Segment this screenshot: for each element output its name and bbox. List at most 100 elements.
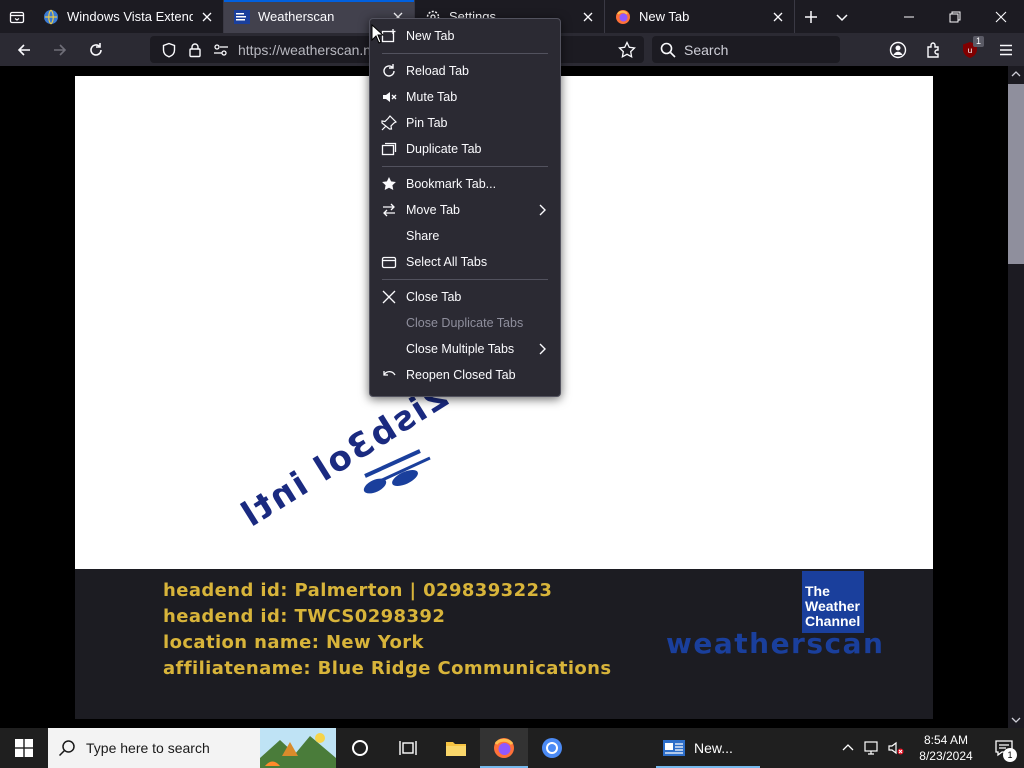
scroll-down-icon[interactable] bbox=[1008, 712, 1024, 728]
menu-item-bookmark-tab[interactable]: Bookmark Tab... bbox=[370, 171, 560, 197]
firefox-taskbar-button[interactable] bbox=[480, 728, 528, 768]
back-button[interactable] bbox=[6, 33, 42, 66]
menu-item-label: Close Multiple Tabs bbox=[406, 342, 515, 356]
file-explorer-button[interactable] bbox=[432, 728, 480, 768]
action-center-button[interactable]: 1 bbox=[984, 728, 1024, 768]
close-tab-icon[interactable] bbox=[770, 9, 786, 25]
menu-separator bbox=[382, 166, 548, 167]
tab-new-tab[interactable]: New Tab bbox=[605, 0, 795, 33]
search-placeholder: Search bbox=[684, 41, 729, 58]
start-button[interactable] bbox=[0, 728, 48, 768]
menu-item-label: Pin Tab bbox=[406, 116, 448, 130]
cortana-circle-icon bbox=[352, 740, 368, 756]
menu-item-reload-tab[interactable]: Reload Tab bbox=[370, 58, 560, 84]
info-line-headend-id: headend id: TWCS0298392 bbox=[163, 606, 446, 627]
forward-button[interactable] bbox=[42, 33, 78, 66]
search-highlight-illustration-icon bbox=[260, 728, 336, 768]
menu-item-label: Reload Tab bbox=[406, 64, 470, 78]
menu-item-close-multiple-tabs[interactable]: Close Multiple Tabs bbox=[370, 336, 560, 362]
tray-expand-icon[interactable] bbox=[836, 728, 860, 768]
firefox-icon bbox=[494, 738, 514, 758]
close-tab-icon[interactable] bbox=[199, 9, 215, 25]
menu-item-duplicate-tab[interactable]: Duplicate Tab bbox=[370, 136, 560, 162]
logo-line: The bbox=[805, 583, 830, 599]
menu-item-pin-tab[interactable]: Pin Tab bbox=[370, 110, 560, 136]
taskbar-search-box[interactable]: Type here to search bbox=[48, 728, 336, 768]
minimize-button[interactable] bbox=[886, 0, 932, 33]
svg-text:u: u bbox=[968, 46, 972, 55]
taskbar-app-news[interactable]: New... bbox=[656, 728, 760, 768]
app-menu-button[interactable] bbox=[988, 33, 1024, 66]
notification-count-badge: 1 bbox=[1003, 748, 1017, 762]
toolbar-right: u 1 bbox=[880, 33, 1024, 66]
bookmark-star-icon[interactable] bbox=[618, 40, 636, 62]
cortana-button[interactable] bbox=[336, 728, 384, 768]
list-all-tabs-button[interactable] bbox=[826, 0, 857, 33]
network-icon[interactable] bbox=[860, 728, 884, 768]
chevron-down-icon bbox=[835, 13, 848, 21]
menu-item-share[interactable]: Share bbox=[370, 223, 560, 249]
info-line-affiliate: affiliatename: Blue Ridge Communications bbox=[163, 658, 612, 679]
chrome-taskbar-button[interactable] bbox=[528, 728, 576, 768]
chrome-icon bbox=[542, 738, 562, 758]
ublock-extension-button[interactable]: u 1 bbox=[952, 33, 988, 66]
mouse-cursor-icon bbox=[371, 24, 385, 44]
menu-item-move-tab[interactable]: Move Tab bbox=[370, 197, 560, 223]
menu-item-mute-tab[interactable]: Mute Tab bbox=[370, 84, 560, 110]
undo-icon bbox=[381, 367, 397, 383]
search-bar[interactable]: Search bbox=[652, 36, 840, 63]
lock-icon[interactable] bbox=[182, 37, 208, 63]
globe-icon bbox=[43, 9, 59, 25]
tab-windows-vista-extended[interactable]: Windows Vista Extended bbox=[33, 0, 224, 33]
close-window-button[interactable] bbox=[978, 0, 1024, 33]
system-clock[interactable]: 8:54 AM 8/23/2024 bbox=[908, 732, 984, 764]
volume-muted-icon[interactable] bbox=[884, 728, 908, 768]
weatherscan-wordmark: weatherscan bbox=[666, 627, 885, 660]
menu-item-close-tab[interactable]: Close Tab bbox=[370, 284, 560, 310]
menu-item-label: Duplicate Tab bbox=[406, 142, 482, 156]
scroll-up-icon[interactable] bbox=[1008, 66, 1024, 82]
menu-item-new-tab[interactable]: New Tab bbox=[370, 23, 560, 49]
menu-item-reopen-closed-tab[interactable]: Reopen Closed Tab bbox=[370, 362, 560, 388]
tab-title: New Tab bbox=[639, 9, 690, 24]
task-view-button[interactable] bbox=[384, 728, 432, 768]
extensions-button[interactable] bbox=[916, 33, 952, 66]
tab-context-menu: New Tab Reload Tab Mute Tab Pin Tab Dupl… bbox=[369, 18, 561, 397]
close-icon bbox=[995, 11, 1007, 22]
menu-item-select-all-tabs[interactable]: Select All Tabs bbox=[370, 249, 560, 275]
restore-button[interactable] bbox=[932, 0, 978, 33]
url-text[interactable]: https://weatherscan.n bbox=[238, 42, 371, 58]
folder-icon bbox=[446, 742, 466, 756]
reload-icon bbox=[90, 42, 102, 56]
permissions-icon[interactable] bbox=[208, 37, 234, 63]
tracking-protection-shield-icon[interactable] bbox=[156, 37, 182, 63]
info-line-location: location name: New York bbox=[163, 632, 424, 653]
menu-item-label: Bookmark Tab... bbox=[406, 177, 497, 191]
tab-list-icon bbox=[9, 11, 24, 23]
reload-icon bbox=[381, 63, 397, 79]
taskbar-app-label: New... bbox=[694, 740, 733, 756]
vertical-scrollbar[interactable] bbox=[1008, 66, 1024, 728]
puzzle-icon bbox=[927, 41, 939, 58]
weather-channel-logo: The Weather Channel bbox=[802, 571, 864, 633]
menu-item-label: Mute Tab bbox=[406, 90, 458, 104]
news-app-icon bbox=[663, 740, 685, 756]
star-icon bbox=[381, 176, 397, 192]
new-tab-button[interactable] bbox=[795, 0, 826, 33]
tab-list-button[interactable] bbox=[0, 0, 33, 33]
close-tab-icon[interactable] bbox=[580, 9, 596, 25]
close-icon bbox=[381, 289, 397, 305]
system-tray: 8:54 AM 8/23/2024 1 bbox=[836, 728, 1024, 768]
account-icon bbox=[889, 41, 907, 58]
clock-date: 8/23/2024 bbox=[919, 749, 973, 763]
reload-button[interactable] bbox=[78, 33, 114, 66]
extension-badge: 1 bbox=[972, 36, 984, 47]
account-button[interactable] bbox=[880, 33, 916, 66]
restore-icon bbox=[949, 11, 961, 22]
menu-item-label: Share bbox=[406, 229, 440, 243]
taskbar-search-placeholder: Type here to search bbox=[86, 740, 210, 756]
scrollbar-thumb[interactable] bbox=[1008, 84, 1024, 264]
task-view-icon bbox=[399, 741, 417, 755]
plus-icon bbox=[804, 10, 817, 23]
duplicate-icon bbox=[381, 141, 397, 157]
